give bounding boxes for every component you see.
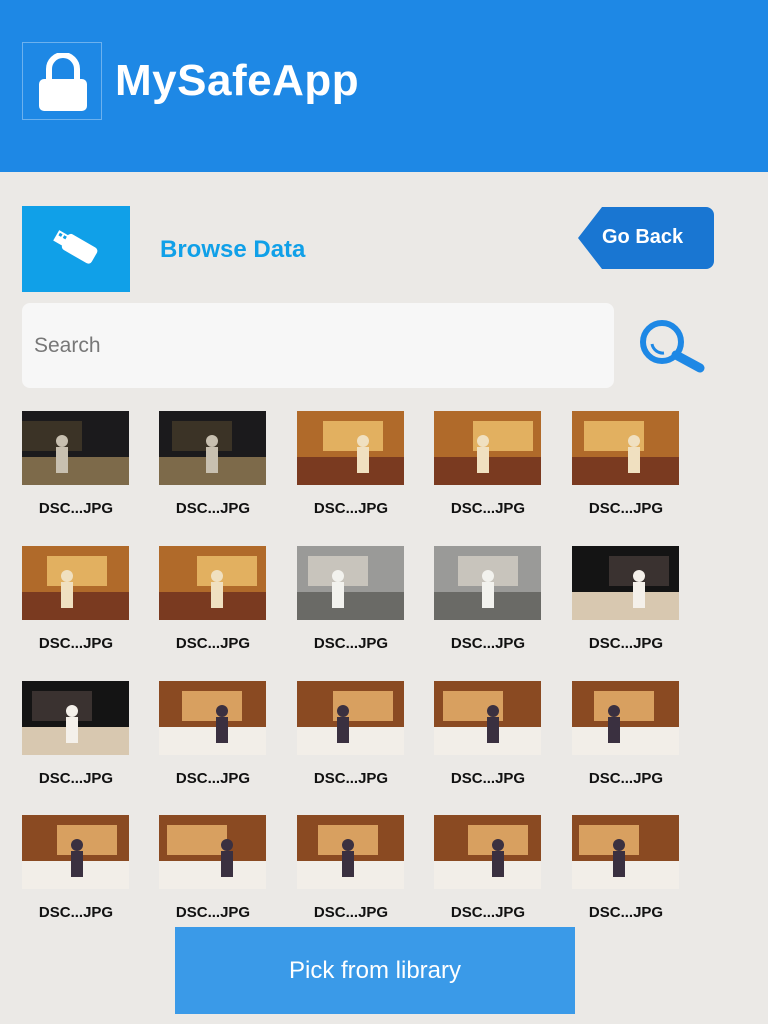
file-thumbnail[interactable] (434, 411, 541, 485)
file-name: DSC...JPG (313, 904, 389, 921)
file-thumbnail[interactable] (572, 681, 679, 755)
file-name: DSC...JPG (38, 500, 114, 517)
app-header: MySafeApp (0, 0, 768, 172)
go-back-button[interactable]: Go Back (578, 207, 714, 269)
file-name: DSC...JPG (588, 904, 664, 921)
file-name: DSC...JPG (588, 770, 664, 787)
file-thumbnail[interactable] (434, 546, 541, 620)
file-name: DSC...JPG (450, 904, 526, 921)
go-back-label: Go Back (602, 226, 684, 248)
file-name: DSC...JPG (313, 770, 389, 787)
file-thumbnail[interactable] (22, 411, 129, 485)
file-name: DSC...JPG (450, 635, 526, 652)
file-thumbnail[interactable] (22, 546, 129, 620)
file-thumbnail[interactable] (572, 815, 679, 889)
file-thumbnail[interactable] (297, 681, 404, 755)
file-thumbnail[interactable] (572, 411, 679, 485)
file-name: DSC...JPG (38, 904, 114, 921)
file-thumbnail[interactable] (159, 681, 266, 755)
lock-icon (22, 42, 102, 120)
file-thumbnail[interactable] (572, 546, 679, 620)
file-thumbnail[interactable] (434, 681, 541, 755)
browse-data-title[interactable]: Browse Data (160, 236, 305, 264)
magnifier-icon (640, 320, 705, 373)
usb-drive-icon[interactable] (22, 206, 130, 292)
search-button[interactable] (636, 318, 708, 374)
file-name: DSC...JPG (450, 770, 526, 787)
pick-from-library-button[interactable]: Pick from library (175, 927, 575, 1014)
file-thumbnail[interactable] (159, 815, 266, 889)
file-name: DSC...JPG (588, 500, 664, 517)
file-thumbnail[interactable] (159, 411, 266, 485)
file-name: DSC...JPG (588, 635, 664, 652)
file-name: DSC...JPG (313, 635, 389, 652)
file-name: DSC...JPG (175, 500, 251, 517)
file-thumbnail[interactable] (22, 681, 129, 755)
file-name: DSC...JPG (450, 500, 526, 517)
file-name: DSC...JPG (175, 635, 251, 652)
file-name: DSC...JPG (313, 500, 389, 517)
file-thumbnail[interactable] (434, 815, 541, 889)
file-thumbnail[interactable] (297, 411, 404, 485)
app-title: MySafeApp (115, 56, 360, 105)
file-thumbnail[interactable] (22, 815, 129, 889)
file-name: DSC...JPG (38, 770, 114, 787)
search-input[interactable] (22, 303, 614, 388)
file-name: DSC...JPG (175, 904, 251, 921)
file-thumbnail[interactable] (159, 546, 266, 620)
file-thumbnail[interactable] (297, 815, 404, 889)
file-name: DSC...JPG (175, 770, 251, 787)
file-thumbnail[interactable] (297, 546, 404, 620)
file-name: DSC...JPG (38, 635, 114, 652)
